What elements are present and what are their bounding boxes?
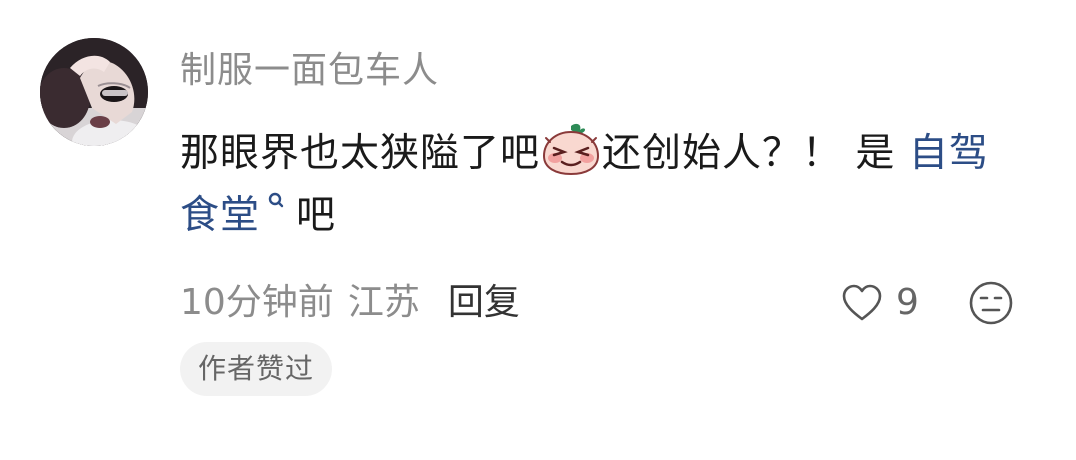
avatar[interactable]	[40, 38, 148, 146]
embarrassed-peach-emoji-icon	[540, 122, 602, 176]
content-text-1: 那眼界也太狭隘了吧	[180, 131, 541, 176]
like-button[interactable]: 9	[840, 276, 919, 330]
dislike-button[interactable]	[968, 280, 1014, 326]
comment-location: 江苏	[347, 282, 420, 323]
comment-time: 10分钟前	[180, 282, 334, 323]
username[interactable]: 制服一面包车人	[180, 46, 439, 96]
search-icon	[266, 185, 286, 225]
reply-button[interactable]: 回复	[448, 276, 520, 330]
author-liked-badge: 作者赞过	[180, 342, 333, 396]
heart-outline-icon	[842, 284, 882, 321]
content-text-3: 吧	[296, 193, 337, 238]
like-count: 9	[896, 282, 919, 323]
content-text-2: 还创始人？！ 是	[602, 131, 909, 176]
comment-item: 制服一面包车人 那眼界也太狭隘了吧 还创始人？！ 是 自驾食堂 吧 10分钟前江…	[0, 0, 1076, 460]
comment-content: 那眼界也太狭隘了吧 还创始人？！ 是 自驾食堂 吧	[180, 122, 1020, 247]
comment-meta: 10分钟前 江苏 回复	[180, 276, 520, 330]
avatar-image	[40, 38, 148, 146]
neutral-face-icon	[969, 281, 1013, 325]
